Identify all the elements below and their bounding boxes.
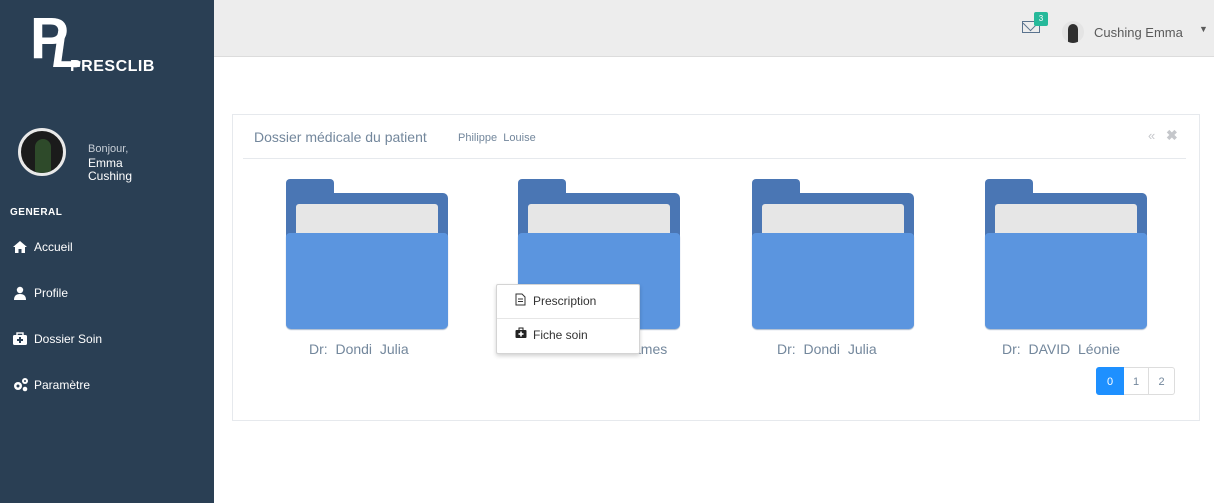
folder-icon[interactable]: [752, 179, 914, 329]
folder-icon[interactable]: [286, 179, 448, 329]
sidebar-item-profile[interactable]: Profile: [0, 279, 214, 311]
page-2[interactable]: 2: [1149, 367, 1175, 395]
doctor-name[interactable]: Dr: DAVID Léonie: [1002, 341, 1120, 357]
sidebar: P L PRESCLIB Bonjour, Emma Cushing GENER…: [0, 0, 214, 503]
notification-badge: 3: [1034, 12, 1048, 26]
user-menu-toggle[interactable]: Cushing Emma: [1094, 25, 1183, 40]
user-icon: [12, 285, 28, 301]
menu-item-fiche-soin[interactable]: Fiche soin: [497, 319, 639, 351]
divider: [243, 158, 1186, 159]
medkit-icon: [515, 327, 527, 342]
avatar: [18, 128, 66, 176]
caret-down-icon[interactable]: ▼: [1199, 24, 1208, 34]
sidebar-item-accueil[interactable]: Accueil: [0, 233, 214, 265]
home-icon: [12, 239, 28, 255]
top-navbar: 3 Cushing Emma ▼: [214, 0, 1214, 57]
medkit-icon: [12, 331, 28, 347]
menu-section-title: GENERAL: [10, 207, 63, 218]
sidebar-item-parametre[interactable]: Paramètre: [0, 371, 214, 403]
greeting-text: Bonjour,: [88, 143, 129, 155]
doctor-name[interactable]: Dr: Dondi Julia: [777, 341, 877, 357]
folder-icon[interactable]: [985, 179, 1147, 329]
user-name: Emma Cushing: [88, 156, 133, 183]
page-0[interactable]: 0: [1096, 367, 1124, 395]
folder-context-menu: Prescription Fiche soin: [496, 284, 640, 354]
panel-title: Dossier médicale du patient: [254, 129, 427, 145]
collapse-icon[interactable]: «: [1148, 128, 1155, 143]
brand-name: PRESCLIB: [70, 58, 155, 75]
doctor-name[interactable]: Dr: Dondi Julia: [309, 341, 409, 357]
user-avatar[interactable]: [1062, 21, 1084, 43]
patient-name: Philippe Louise: [458, 132, 536, 144]
file-icon: [515, 293, 526, 309]
cogs-icon: [12, 377, 28, 393]
menu-item-prescription[interactable]: Prescription: [497, 285, 639, 317]
page-1[interactable]: 1: [1124, 367, 1149, 395]
patient-file-panel: Dossier médicale du patient Philippe Lou…: [232, 114, 1200, 421]
sidebar-item-dossier-soin[interactable]: Dossier Soin: [0, 325, 214, 357]
close-icon[interactable]: ✖: [1166, 127, 1178, 144]
